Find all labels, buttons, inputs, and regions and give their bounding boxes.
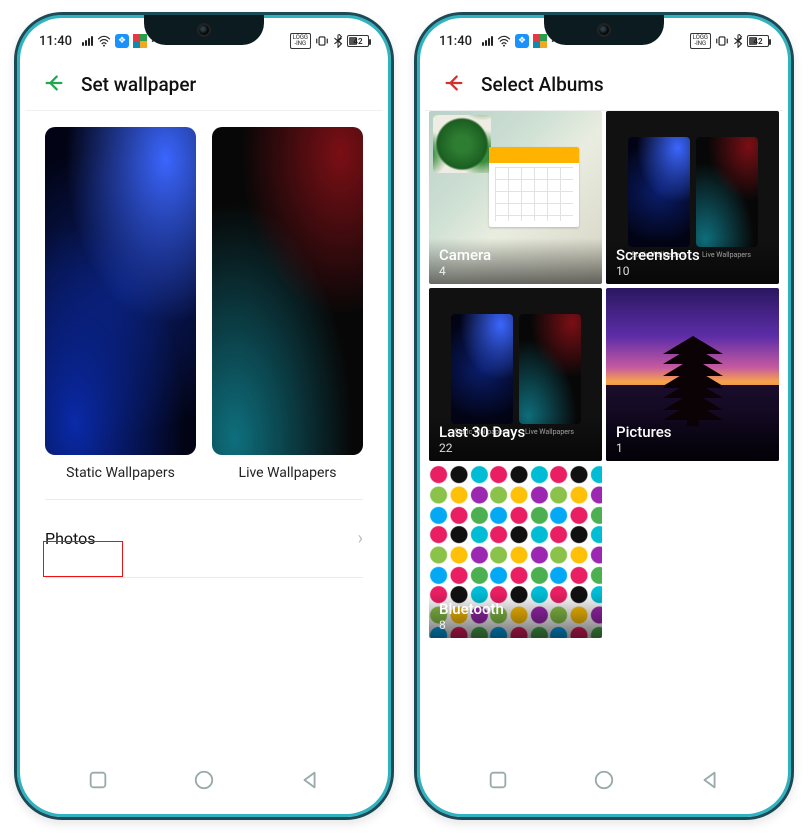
- albums-grid: Camera 4 Static WallpapersLive Wallpaper…: [425, 111, 783, 755]
- divider: [45, 577, 363, 578]
- calendar-decoration: [489, 147, 579, 227]
- logging-badge: LOGG -ING: [290, 33, 311, 49]
- wifi-icon: [497, 35, 511, 47]
- notch: [544, 15, 664, 45]
- screen-right: 11:40 ❖ ··· LOGG -ING 42: [425, 23, 783, 809]
- static-wallpapers-thumb: [45, 127, 196, 455]
- battery-icon: 42: [747, 35, 769, 47]
- signal-icon: [82, 36, 93, 46]
- app-badge-icon: ❖: [115, 34, 129, 48]
- album-name: Camera: [439, 246, 592, 264]
- nav-recents-button[interactable]: [487, 769, 509, 791]
- wallpaper-options-row: Static Wallpapers Live Wallpapers: [25, 111, 383, 485]
- live-wallpapers-thumb: [212, 127, 363, 455]
- puzzle-icon: [133, 34, 147, 48]
- album-name: Bluetooth: [439, 600, 592, 618]
- phone-left: 11:40 ❖ ··· LOGG -ING 42: [14, 12, 394, 820]
- bluetooth-icon: [333, 34, 343, 48]
- live-wallpapers-label: Live Wallpapers: [239, 465, 337, 481]
- back-button[interactable]: [43, 72, 65, 98]
- logging-badge: LOGG -ING: [690, 33, 711, 49]
- app-badge-icon: ❖: [515, 34, 529, 48]
- nav-back-button[interactable]: [299, 769, 321, 791]
- static-wallpapers-card[interactable]: Static Wallpapers: [45, 127, 196, 481]
- divider: [45, 499, 363, 500]
- album-pictures[interactable]: Pictures 1: [606, 288, 779, 461]
- page-title: Set wallpaper: [81, 73, 196, 96]
- front-camera: [597, 23, 611, 37]
- bluetooth-icon: [733, 34, 743, 48]
- app-header: Set wallpaper: [25, 59, 383, 111]
- vibrate-icon: [315, 35, 329, 47]
- navigation-bar: [425, 755, 783, 809]
- mini-thumbs: [628, 137, 758, 247]
- live-wallpapers-card[interactable]: Live Wallpapers: [212, 127, 363, 481]
- album-count: 8: [439, 618, 592, 632]
- page-title: Select Albums: [481, 73, 604, 96]
- notch: [144, 15, 264, 45]
- photos-row[interactable]: Photos ›: [25, 514, 383, 563]
- album-count: 1: [616, 441, 769, 455]
- puzzle-icon: [533, 34, 547, 48]
- chevron-right-icon: ›: [358, 528, 363, 549]
- pagoda-decoration: [663, 336, 723, 426]
- nav-home-button[interactable]: [193, 769, 215, 791]
- front-camera: [197, 23, 211, 37]
- phone-right: 11:40 ❖ ··· LOGG -ING 42: [414, 12, 794, 820]
- album-camera[interactable]: Camera 4: [429, 111, 602, 284]
- signal-icon: [482, 36, 493, 46]
- nav-recents-button[interactable]: [87, 769, 109, 791]
- album-count: 10: [616, 264, 769, 278]
- wifi-icon: [97, 35, 111, 47]
- photos-label: Photos: [45, 529, 96, 548]
- nav-home-button[interactable]: [593, 769, 615, 791]
- plant-decoration: [433, 115, 491, 173]
- status-time: 11:40: [39, 34, 72, 49]
- album-name: Pictures: [616, 423, 769, 441]
- album-count: 22: [439, 441, 592, 455]
- album-count: 4: [439, 264, 592, 278]
- vibrate-icon: [715, 35, 729, 47]
- screen-left: 11:40 ❖ ··· LOGG -ING 42: [25, 23, 383, 809]
- album-last-30-days[interactable]: Static WallpapersLive Wallpapers Last 30…: [429, 288, 602, 461]
- album-screenshots[interactable]: Static WallpapersLive Wallpapers Screens…: [606, 111, 779, 284]
- mini-thumbs: [451, 314, 581, 424]
- back-button[interactable]: [443, 72, 465, 98]
- battery-icon: 42: [347, 35, 369, 47]
- app-header: Select Albums: [425, 59, 783, 111]
- album-name: Screenshots: [616, 246, 769, 264]
- static-wallpapers-label: Static Wallpapers: [66, 465, 175, 481]
- status-time: 11:40: [439, 34, 472, 49]
- navigation-bar: [25, 755, 383, 809]
- album-name: Last 30 Days: [439, 423, 592, 441]
- nav-back-button[interactable]: [699, 769, 721, 791]
- album-bluetooth[interactable]: Bluetooth 8: [429, 465, 602, 638]
